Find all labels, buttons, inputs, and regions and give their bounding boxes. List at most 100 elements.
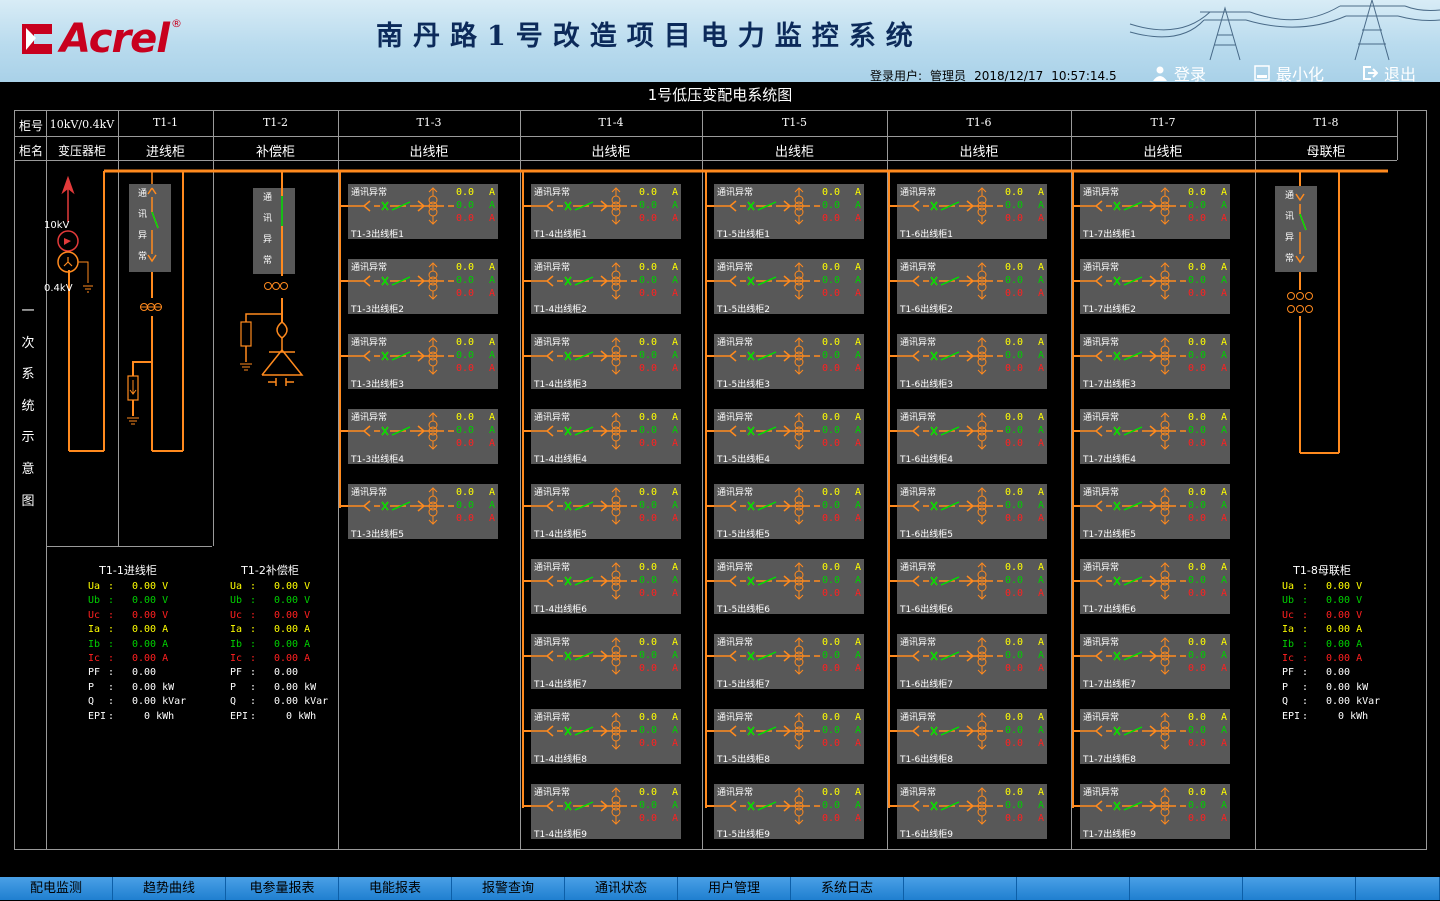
- nav-item[interactable]: 系统日志: [791, 877, 904, 900]
- feeder-panel[interactable]: 通讯异常 0.0 A 0.0 A 0.0 A T1-5出线柜6: [714, 559, 864, 615]
- current-unit: A: [672, 412, 679, 423]
- nav-item[interactable]: 配电监测: [0, 877, 113, 900]
- feeder-panel[interactable]: 通讯异常 0.0 A 0.0 A 0.0 A T1-7出线柜9: [1080, 784, 1230, 840]
- comm-status-vertical-char: 通: [263, 192, 272, 203]
- feeder-panel[interactable]: 通讯异常 0.0 A 0.0 A 0.0 A T1-7出线柜1: [1080, 184, 1230, 240]
- t1-8-ct-icon: [1305, 292, 1313, 300]
- feeder-panel[interactable]: 通讯异常 0.0 A 0.0 A 0.0 A T1-7出线柜4: [1080, 409, 1230, 465]
- nav-item[interactable]: 电能报表: [339, 877, 452, 900]
- feeder-panel[interactable]: 通讯异常 0.0 A 0.0 A 0.0 A T1-4出线柜6: [531, 559, 681, 615]
- meter-value: 0.00 V: [132, 581, 169, 592]
- meter-label: Uc: [88, 609, 101, 621]
- comm-status: 通讯异常: [717, 188, 754, 198]
- current-phase-a: 0.0 A: [639, 412, 679, 423]
- current-unit: A: [1221, 275, 1228, 286]
- feeder-panel[interactable]: 通讯异常 0.0 A 0.0 A 0.0 A T1-7出线柜2: [1080, 259, 1230, 315]
- current-value: 0.0: [1188, 787, 1207, 798]
- comm-status: 通讯异常: [1083, 788, 1120, 798]
- feeder-panel[interactable]: 通讯异常 0.0 A 0.0 A 0.0 A T1-4出线柜1: [531, 184, 681, 240]
- meter-separator: :: [250, 609, 257, 621]
- feeder-panel[interactable]: 通讯异常 0.0 A 0.0 A 0.0 A T1-4出线柜4: [531, 409, 681, 465]
- current-phase-b: 0.0 A: [1005, 725, 1045, 736]
- feeder-panel[interactable]: 通讯异常 0.0 A 0.0 A 0.0 A T1-5出线柜4: [714, 409, 864, 465]
- current-value: 0.0: [822, 213, 841, 224]
- feeder-panel[interactable]: 通讯异常 0.0 A 0.0 A 0.0 A T1-4出线柜2: [531, 259, 681, 315]
- feeder-panel[interactable]: 通讯异常 0.0 A 0.0 A 0.0 A T1-5出线柜2: [714, 259, 864, 315]
- nav-item[interactable]: [904, 877, 1017, 900]
- meter-value: 0.00 kVar: [274, 696, 329, 708]
- t1-1-switch-closed-icon: [151, 211, 159, 229]
- feeder-panel[interactable]: 通讯异常 0.0 A 0.0 A 0.0 A T1-4出线柜7: [531, 634, 681, 690]
- login-button[interactable]: 登录: [1152, 61, 1206, 82]
- meter-readout: T1-1进线柜 Ua: 0.00 V Ub: 0.00 V Uc: 0.00 V Ia: 0.0…: [88, 562, 198, 727]
- meter-separator: :: [250, 638, 257, 650]
- current-value: 0.0: [456, 275, 475, 286]
- feeder-panel[interactable]: 通讯异常 0.0 A 0.0 A 0.0 A T1-4出线柜3: [531, 334, 681, 390]
- transformer-voltage: 10kV/0.4kV: [49, 118, 115, 131]
- current-phase-a: 0.0 A: [639, 712, 679, 723]
- meter-separator: :: [250, 667, 257, 679]
- feeder-panel[interactable]: 通讯异常 0.0 A 0.0 A 0.0 A T1-5出线柜3: [714, 334, 864, 390]
- feeder-panel[interactable]: 通讯异常 0.0 A 0.0 A 0.0 A T1-6出线柜6: [897, 559, 1047, 615]
- feeder-panel[interactable]: 通讯异常 0.0 A 0.0 A 0.0 A T1-7出线柜6: [1080, 559, 1230, 615]
- feeder-panel[interactable]: 通讯异常 0.0 A 0.0 A 0.0 A T1-5出线柜5: [714, 484, 864, 540]
- feeder-panel[interactable]: 通讯异常 0.0 A 0.0 A 0.0 A T1-7出线柜8: [1080, 709, 1230, 765]
- feeder-name: T1-6出线柜3: [900, 380, 953, 390]
- meter-value: 0.00 V: [1326, 581, 1363, 592]
- feeder-panel[interactable]: 通讯异常 0.0 A 0.0 A 0.0 A T1-6出线柜9: [897, 784, 1047, 840]
- meter-separator: :: [1302, 681, 1309, 693]
- meter-label: Ub: [230, 595, 243, 607]
- feeder-panel[interactable]: 通讯异常 0.0 A 0.0 A 0.0 A T1-7出线柜3: [1080, 334, 1230, 390]
- nav-item[interactable]: 用户管理: [678, 877, 791, 900]
- nav-item[interactable]: [1017, 877, 1130, 900]
- current-phase-a: 0.0 A: [1188, 262, 1228, 273]
- comm-status: 通讯异常: [534, 488, 571, 498]
- nav-item[interactable]: [1130, 877, 1243, 900]
- nav-item[interactable]: [1243, 877, 1356, 900]
- current-unit: A: [1038, 800, 1045, 811]
- feeder-panel[interactable]: 通讯异常 0.0 A 0.0 A 0.0 A T1-4出线柜5: [531, 484, 681, 540]
- feeder-panel[interactable]: 通讯异常 0.0 A 0.0 A 0.0 A T1-5出线柜9: [714, 784, 864, 840]
- meter-value: 0 kWh: [274, 710, 317, 722]
- nav-item[interactable]: 报警查询: [452, 877, 565, 900]
- feeder-panel[interactable]: 通讯异常 0.0 A 0.0 A 0.0 A T1-6出线柜7: [897, 634, 1047, 690]
- comm-status: 通讯异常: [534, 263, 571, 273]
- current-value: 0.0: [822, 650, 841, 661]
- feeder-panel[interactable]: 通讯异常 0.0 A 0.0 A 0.0 A T1-5出线柜1: [714, 184, 864, 240]
- current-phase-a: 0.0 A: [456, 412, 496, 423]
- meter-separator: :: [108, 667, 115, 679]
- feeder-panel[interactable]: 通讯异常 0.0 A 0.0 A 0.0 A T1-6出线柜1: [897, 184, 1047, 240]
- current-phase-a: 0.0 A: [1188, 337, 1228, 348]
- nav-item[interactable]: [1356, 877, 1440, 900]
- feeder-panel[interactable]: 通讯异常 0.0 A 0.0 A 0.0 A T1-7出线柜5: [1080, 484, 1230, 540]
- nav-item[interactable]: 通讯状态: [565, 877, 678, 900]
- feeder-panel[interactable]: 通讯异常 0.0 A 0.0 A 0.0 A T1-6出线柜4: [897, 409, 1047, 465]
- nav-item[interactable]: 电参量报表: [226, 877, 339, 900]
- transformer-cabinet-name: 变压器柜: [57, 144, 106, 158]
- feeder-panel[interactable]: 通讯异常 0.0 A 0.0 A 0.0 A T1-4出线柜8: [531, 709, 681, 765]
- feeder-panel[interactable]: 通讯异常 0.0 A 0.0 A 0.0 A T1-4出线柜9: [531, 784, 681, 840]
- feeder-panel[interactable]: 通讯异常 0.0 A 0.0 A 0.0 A T1-3出线柜4: [348, 409, 498, 465]
- feeder-panel[interactable]: 通讯异常 0.0 A 0.0 A 0.0 A T1-6出线柜8: [897, 709, 1047, 765]
- feeder-panel[interactable]: 通讯异常 0.0 A 0.0 A 0.0 A T1-3出线柜3: [348, 334, 498, 390]
- feeder-panel[interactable]: 通讯异常 0.0 A 0.0 A 0.0 A T1-5出线柜7: [714, 634, 864, 690]
- current-unit: A: [855, 813, 862, 824]
- current-unit: A: [1221, 800, 1228, 811]
- feeder-panel[interactable]: 通讯异常 0.0 A 0.0 A 0.0 A T1-6出线柜5: [897, 484, 1047, 540]
- feeder-name: T1-5出线柜3: [717, 380, 770, 390]
- feeder-panel[interactable]: 通讯异常 0.0 A 0.0 A 0.0 A T1-5出线柜8: [714, 709, 864, 765]
- meter-value: 0.00: [274, 667, 299, 679]
- feeder-panel[interactable]: 通讯异常 0.0 A 0.0 A 0.0 A T1-6出线柜2: [897, 259, 1047, 315]
- minimize-button[interactable]: 最小化: [1254, 61, 1324, 82]
- comm-status: 通讯异常: [534, 188, 571, 198]
- feeder-panel[interactable]: 通讯异常 0.0 A 0.0 A 0.0 A T1-7出线柜7: [1080, 634, 1230, 690]
- feeder-panel[interactable]: 通讯异常 0.0 A 0.0 A 0.0 A T1-3出线柜5: [348, 484, 498, 540]
- feeder-panel[interactable]: 通讯异常 0.0 A 0.0 A 0.0 A T1-3出线柜1: [348, 184, 498, 240]
- meter-label: Ic: [1282, 653, 1295, 664]
- feeder-panel[interactable]: 通讯异常 0.0 A 0.0 A 0.0 A T1-6出线柜3: [897, 334, 1047, 390]
- current-value: 0.0: [1188, 438, 1207, 449]
- nav-item[interactable]: 趋势曲线: [113, 877, 226, 900]
- feeder-panel[interactable]: 通讯异常 0.0 A 0.0 A 0.0 A T1-3出线柜2: [348, 259, 498, 315]
- current-value: 0.0: [1188, 575, 1207, 586]
- logout-button[interactable]: 退出: [1362, 61, 1416, 82]
